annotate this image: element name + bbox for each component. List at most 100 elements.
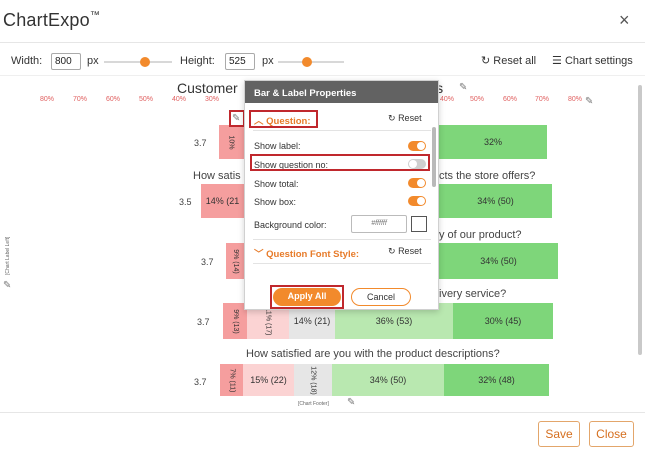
question-label[interactable]: How satisfied are you with the product d… — [246, 348, 500, 360]
left-tick: 40% — [172, 96, 187, 103]
left-tick: 70% — [73, 96, 88, 103]
chart-settings-button[interactable]: ☰ Chart settings — [552, 54, 633, 67]
chart-title[interactable]: Customer — [177, 80, 238, 96]
show-question-no-text: Show question no: — [254, 160, 329, 170]
row-total: 3.7 — [197, 317, 210, 327]
bar-segment-very-negative[interactable]: 14% (21 — [201, 184, 244, 218]
segment-label: 14% (21) — [293, 316, 331, 326]
apply-all-button[interactable]: Apply All — [273, 288, 341, 306]
segment-label: 14% (21 — [205, 196, 240, 206]
show-total-toggle[interactable] — [408, 178, 426, 188]
bar-segment-very-positive[interactable]: 34% (50) — [439, 243, 558, 279]
font-style-reset-label: Reset — [398, 246, 422, 256]
panel-divider — [253, 130, 431, 131]
bar-segment-neutral[interactable]: 12% (18) — [294, 364, 332, 396]
row-total: 3.5 — [179, 197, 192, 207]
edit-footer-pencil-icon[interactable]: ✎ — [347, 397, 355, 408]
segment-label: 12% (18) — [309, 365, 317, 395]
panel-divider — [253, 263, 431, 264]
row-total: 3.7 — [201, 257, 214, 267]
height-label: Height: — [180, 55, 215, 67]
bar-segment-very-positive[interactable]: 32% — [439, 125, 547, 159]
question-section-toggle[interactable]: ︿ Question: — [254, 113, 311, 127]
bar-segment-very-negative[interactable]: 10% — [219, 125, 244, 159]
bar-label-properties-panel: Bar & Label Properties ︿ Question: ↻ Res… — [244, 80, 439, 310]
panel-title: Bar & Label Properties — [245, 81, 438, 103]
question-reset-button[interactable]: ↻ Reset — [388, 113, 422, 124]
chart-footer-label[interactable]: [Chart Footer] — [298, 401, 329, 407]
reset-all-button[interactable]: ↻ Reset all — [481, 54, 536, 67]
show-total-text: Show total: — [254, 179, 299, 189]
trademark-mark: ™ — [89, 10, 101, 21]
width-slider-track[interactable] — [104, 61, 172, 63]
bar-segment-very-negative[interactable]: 9% (14) — [226, 243, 244, 279]
question-label[interactable]: How satis — [193, 170, 241, 182]
edit-title-pencil-icon[interactable]: ✎ — [459, 82, 467, 93]
toggle-knob — [409, 160, 417, 168]
segment-label: 7% (11) — [228, 368, 235, 392]
left-tick: 50% — [139, 96, 154, 103]
segment-label: 34% (50) — [369, 375, 407, 385]
width-slider-thumb[interactable] — [140, 57, 150, 67]
height-slider-thumb[interactable] — [302, 57, 312, 67]
left-tick: 60% — [106, 96, 121, 103]
reset-icon: ↻ — [481, 55, 491, 67]
question-section-label: Question: — [266, 116, 311, 127]
height-unit: px — [262, 55, 274, 67]
toggle-knob — [417, 179, 425, 187]
panel-divider — [253, 239, 431, 240]
segment-label: 32% (48) — [478, 375, 515, 385]
app-title: ChartExpo™ — [3, 10, 100, 31]
chevron-up-icon: ︿ — [254, 116, 264, 127]
chart-scrollbar[interactable] — [638, 85, 642, 355]
reset-all-label: Reset all — [493, 55, 537, 67]
bar-segment-very-positive[interactable]: 32% (48) — [444, 364, 549, 396]
show-box-toggle[interactable] — [408, 196, 426, 206]
show-question-no-toggle[interactable] — [408, 159, 426, 169]
header-divider — [0, 42, 645, 43]
close-icon[interactable]: × — [619, 10, 630, 31]
font-style-reset-button[interactable]: ↻ Reset — [388, 246, 422, 257]
background-color-swatch[interactable] — [411, 216, 427, 232]
edit-question-pencil-icon[interactable]: ✎ — [232, 113, 240, 124]
right-tick: 50% — [470, 96, 485, 103]
panel-scrollbar[interactable] — [432, 127, 436, 187]
question-label-end[interactable]: cts the store offers? — [439, 170, 535, 182]
reset-icon: ↻ — [388, 113, 396, 123]
background-color-text: Background color: — [254, 220, 327, 230]
footer-divider — [0, 412, 645, 413]
toggle-knob — [417, 142, 425, 150]
edit-axis-pencil-icon[interactable]: ✎ — [585, 96, 593, 107]
background-color-input[interactable]: #ffffff — [351, 215, 407, 233]
save-button[interactable]: Save — [538, 421, 580, 447]
right-tick: 80% — [568, 96, 583, 103]
width-unit: px — [87, 55, 99, 67]
toolbar-divider — [0, 75, 645, 76]
cancel-button[interactable]: Cancel — [351, 288, 411, 306]
width-input[interactable] — [51, 53, 81, 70]
toggle-knob — [417, 197, 425, 205]
segment-label: 11% (17) — [264, 307, 272, 335]
row-total: 3.7 — [194, 138, 207, 148]
segment-label: 10% — [227, 134, 235, 150]
close-button[interactable]: Close — [589, 421, 634, 447]
edit-left-label-pencil-icon[interactable]: ✎ — [3, 280, 11, 291]
font-style-section-toggle[interactable]: ﹀ Question Font Style: — [254, 246, 359, 260]
question-label-end[interactable]: y of our product? — [439, 229, 522, 241]
row-total: 3.7 — [194, 377, 207, 387]
bar-segment-negative[interactable]: 15% (22) — [243, 364, 294, 396]
height-input[interactable] — [225, 53, 255, 70]
bar-segment-positive[interactable]: 34% (50) — [332, 364, 444, 396]
question-label-end[interactable]: ivery service? — [439, 288, 506, 300]
bar-segment-very-positive[interactable]: 34% (50) — [439, 184, 552, 218]
bar-segment-very-positive[interactable]: 30% (45) — [453, 303, 553, 339]
segment-label: 36% (53) — [375, 316, 413, 326]
show-label-text: Show label: — [254, 141, 301, 151]
font-style-section-label: Question Font Style: — [266, 249, 360, 260]
show-box-text: Show box: — [254, 197, 297, 207]
segment-label: 9% (14) — [231, 248, 239, 274]
segment-label: 32% — [483, 137, 502, 147]
bar-segment-very-negative[interactable]: 7% (11) — [220, 364, 243, 396]
chart-label-left[interactable]: [Chart Label Left] — [5, 237, 11, 275]
show-label-toggle[interactable] — [408, 141, 426, 151]
